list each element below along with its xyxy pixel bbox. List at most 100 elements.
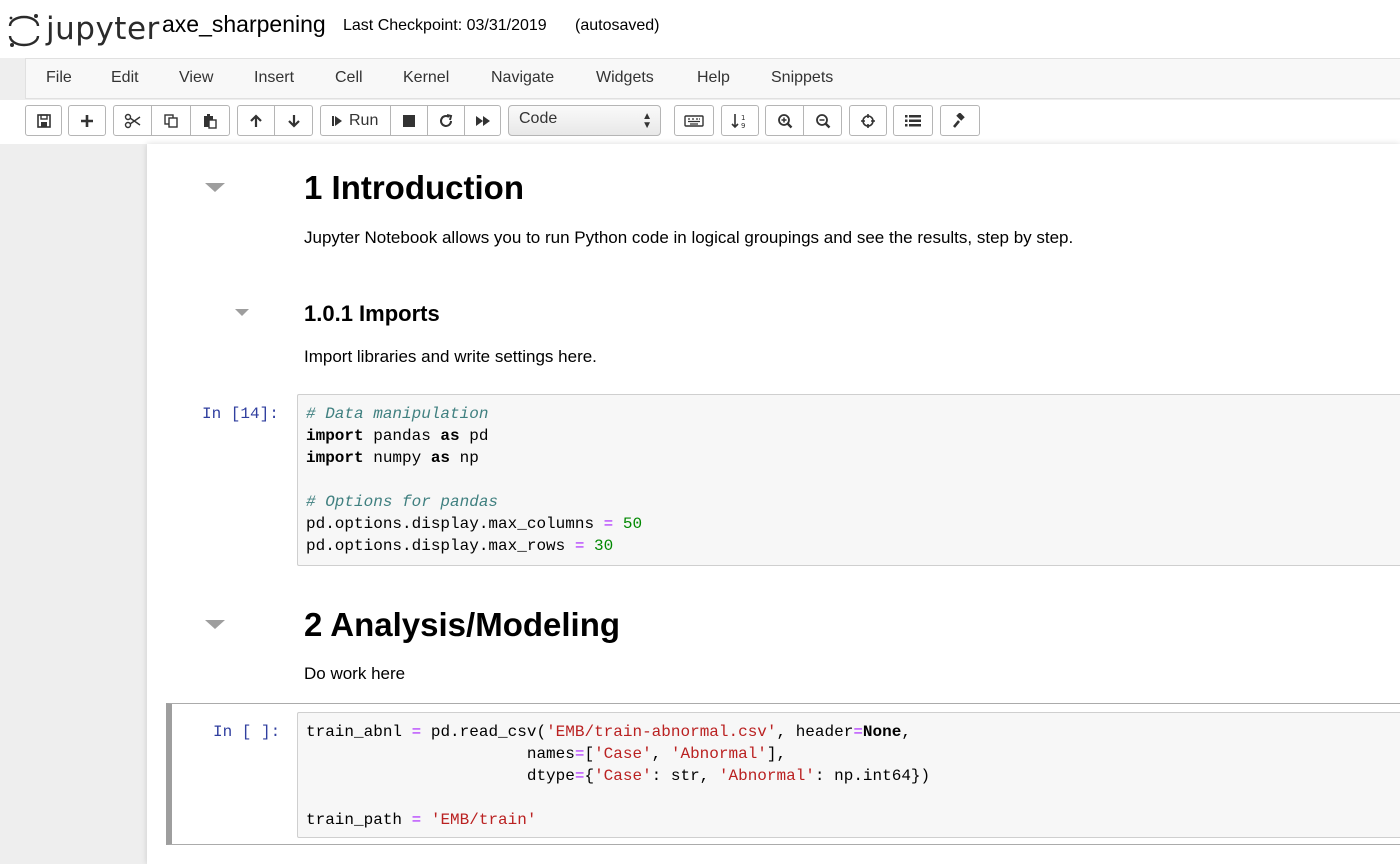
code-operator: = [853,723,863,741]
code-text: np [450,449,479,467]
code-line: # Data manipulation [306,403,488,425]
menu-snippets[interactable]: Snippets [771,69,833,87]
copy-icon [164,113,178,128]
menu-edit[interactable]: Edit [111,69,139,87]
fast-forward-icon [475,115,490,126]
code-text: train_path [306,811,412,829]
sort-numeric-icon: 19 [731,113,745,130]
menu-view[interactable]: View [179,69,213,87]
code-line: dtype={'Case': str, 'Abnormal': np.int64… [306,765,930,787]
svg-text:9: 9 [741,122,745,130]
interrupt-kernel-button[interactable] [390,105,428,136]
code-text: numpy [363,449,431,467]
code-string: 'Case' [594,745,652,763]
restart-kernel-button[interactable] [427,105,465,136]
code-line: names=['Case', 'Abnormal'], [306,743,786,765]
code-string: 'EMB/train' [430,811,537,829]
scissors-icon [124,113,140,128]
code-operator: = [411,811,422,829]
cell-prompt: In [ ]: [213,723,281,741]
code-number: 50 [613,515,643,533]
code-text: names [306,745,575,763]
code-text: : np.int64}) [814,767,931,785]
logo-text: jupyter [46,11,160,47]
code-operator: = [574,745,585,763]
move-up-button[interactable] [237,105,275,136]
code-text: pd.options.display.max_columns [306,515,604,533]
table-of-contents-button[interactable] [893,105,933,136]
cell-type-select[interactable]: Code ▲ ▼ [508,105,661,136]
collapse-heading-icon[interactable] [205,620,225,629]
menu-navigate[interactable]: Navigate [491,69,554,87]
menu-cell[interactable]: Cell [335,69,363,87]
code-keyword: import [306,449,364,467]
zoom-out-icon [815,113,830,128]
code-operator: = [411,723,422,741]
arrow-up-icon [250,113,262,127]
command-palette-button[interactable] [674,105,714,136]
code-string: 'EMB/train-abnormal.csv' [546,723,777,741]
code-keyword: import [306,427,364,445]
code-editor[interactable]: # Data manipulation import pandas as pd … [297,394,1400,566]
zoom-out-button[interactable] [803,105,842,136]
menu-insert[interactable]: Insert [254,69,294,87]
paste-icon [204,113,217,129]
code-keyword: as [430,449,451,467]
menu-help[interactable]: Help [697,69,730,87]
code-text: pandas [363,427,441,445]
run-button[interactable]: Run [320,105,391,136]
plus-icon [81,114,93,127]
code-text: [ [584,745,595,763]
code-string: 'Abnormal' [718,767,815,785]
move-down-button[interactable] [274,105,313,136]
locate-button[interactable] [849,105,887,136]
paste-button[interactable] [190,105,230,136]
cut-button[interactable] [113,105,152,136]
menu-kernel[interactable]: Kernel [403,69,449,87]
code-string: 'Abnormal' [670,745,767,763]
code-line: train_path = 'EMB/train' [306,809,536,831]
arrow-down-icon [287,114,300,128]
code-line: import numpy as np [306,447,479,469]
code-text: dtype [306,767,575,785]
code-text: train_abnl [306,723,412,741]
sort-button[interactable]: 19 [721,105,759,136]
menu-bar: File Edit View Insert Cell Kernel Naviga… [25,58,1400,99]
copy-button[interactable] [151,105,191,136]
heading-analysis: 2 Analysis/Modeling [304,606,621,643]
refresh-icon [440,113,453,127]
step-forward-icon [332,115,342,126]
code-editor[interactable]: train_abnl = pd.read_csv('EMB/train-abno… [297,712,1400,838]
code-line: pd.options.display.max_columns = 50 [306,513,642,535]
code-text: { [584,767,595,785]
code-text: , [651,745,671,763]
imports-paragraph: Import libraries and write settings here… [304,347,597,366]
jupyter-logo-icon [8,14,40,47]
code-text: , header [776,723,854,741]
insert-cell-button[interactable] [68,105,106,136]
code-keyword: None [862,723,902,741]
autosave-status: (autosaved) [575,17,660,34]
notebook-header: jupyter axe_sharpening Last Checkpoint: … [0,0,1400,58]
restart-run-all-button[interactable] [464,105,501,136]
cell-type-value: Code [519,110,558,127]
collapse-subheading-icon[interactable] [235,309,249,316]
notebook-name[interactable]: axe_sharpening [162,11,326,38]
menu-widgets[interactable]: Widgets [596,69,654,87]
zoom-in-icon [777,113,792,128]
gavel-button[interactable] [940,105,980,136]
save-icon [36,113,51,128]
collapse-heading-icon[interactable] [205,183,225,192]
menu-file[interactable]: File [46,69,72,87]
save-button[interactable] [25,105,62,136]
code-string: 'Case' [594,767,652,785]
code-text: , [901,723,911,741]
jupyter-logo[interactable]: jupyter [6,8,159,48]
code-operator: = [574,767,585,785]
code-text: pd.options.display.max_rows [306,537,575,555]
stop-icon [403,114,415,127]
zoom-in-button[interactable] [765,105,804,136]
code-line: import pandas as pd [306,425,488,447]
code-number: 30 [584,537,614,555]
